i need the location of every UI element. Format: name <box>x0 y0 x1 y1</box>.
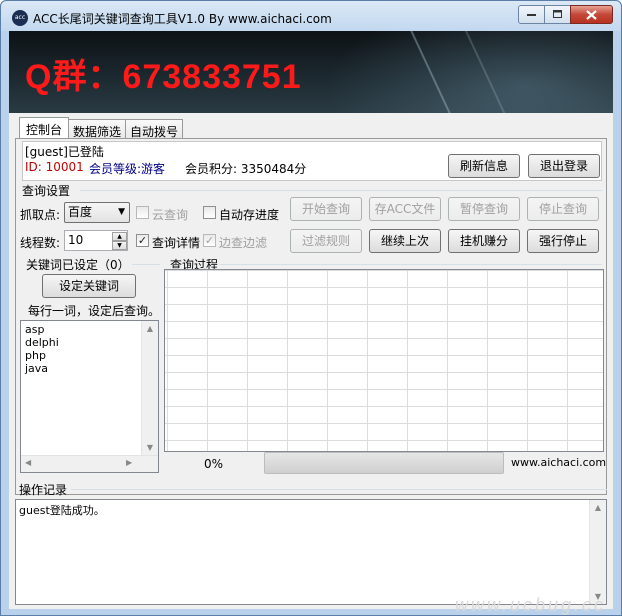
source-select[interactable]: 百度 ▼ <box>64 202 130 223</box>
watermark: www.ucbug.cc <box>455 595 607 615</box>
threads-label: 线程数: <box>20 236 61 250</box>
window-controls <box>518 5 613 24</box>
scroll-up-icon[interactable]: ▲ <box>142 324 158 333</box>
keywords-list-items: asp delphi php java <box>21 321 158 375</box>
banner-qq-group: Q群：673833751 <box>25 58 302 96</box>
console-page: [guest]已登陆 ID: 10001 会员等级:游客 会员积分: 33504… <box>15 138 607 495</box>
scroll-left-icon[interactable]: ◀ <box>25 458 31 467</box>
refresh-info-button[interactable]: 刷新信息 <box>448 154 520 178</box>
scroll-down-icon[interactable]: ▼ <box>142 443 158 452</box>
banner: Q群：673833751 <box>9 31 613 113</box>
list-item[interactable]: delphi <box>25 336 158 349</box>
stepper-up-icon[interactable]: ▲ <box>112 232 127 241</box>
keywords-list[interactable]: asp delphi php java ▲ ▼ ◀ ▶ <box>20 320 159 473</box>
group-divider <box>80 190 602 191</box>
app-window: acc ACC长尾词关键词查询工具V1.0 By www.aichaci.com… <box>0 0 622 616</box>
filter-while-query-label: 边查边滤 <box>219 236 268 250</box>
query-process-grid <box>165 270 603 451</box>
auto-save-checkbox[interactable] <box>203 206 216 219</box>
tab-auto-dial[interactable]: 自动拨号 <box>125 119 184 139</box>
cloud-query-label: 云查询 <box>152 208 189 222</box>
banner-glow <box>309 31 613 113</box>
log-group-label: 操作记录 <box>19 483 68 497</box>
scroll-right-icon[interactable]: ▶ <box>126 458 132 467</box>
login-status: [guest]已登陆 <box>25 145 104 159</box>
threads-value: 10 <box>68 233 84 247</box>
minimize-icon <box>526 13 536 16</box>
save-acc-button[interactable]: 存ACC文件 <box>369 197 441 221</box>
keywords-group-label: 关键词已设定（0） <box>26 258 130 272</box>
source-label: 抓取点: <box>20 208 61 222</box>
list-item[interactable]: php <box>25 349 158 362</box>
pause-query-button[interactable]: 暂停查询 <box>448 197 520 221</box>
minimize-button[interactable] <box>518 5 545 24</box>
acc-app-icon: acc <box>12 10 28 26</box>
filter-while-query-checkbox[interactable]: ✓ <box>203 234 216 247</box>
user-id: ID: 10001 <box>25 160 84 174</box>
tab-strip: 控制台 数据筛选 自动拨号 <box>19 117 184 139</box>
group-divider <box>132 264 160 265</box>
keywords-hint: 每行一词，设定后查询。 <box>28 304 161 318</box>
query-detail-label: 查询详情 <box>152 236 201 250</box>
start-query-button[interactable]: 开始查询 <box>290 197 362 221</box>
site-url[interactable]: www.aichaci.com <box>511 456 606 469</box>
list-item[interactable]: java <box>25 362 158 375</box>
tab-console[interactable]: 控制台 <box>19 117 70 139</box>
close-icon <box>586 9 597 20</box>
member-points: 会员积分: 3350484分 <box>185 162 307 176</box>
keywords-horizontal-scrollbar[interactable]: ◀ ▶ <box>21 455 158 472</box>
logout-button[interactable]: 退出登录 <box>528 154 600 178</box>
list-item[interactable]: asp <box>25 323 158 336</box>
stepper-down-icon[interactable]: ▼ <box>112 241 127 250</box>
maximize-icon <box>552 10 562 18</box>
force-stop-button[interactable]: 强行停止 <box>527 229 599 253</box>
cloud-query-checkbox[interactable] <box>136 206 149 219</box>
log-vertical-scrollbar[interactable]: ▲ ▼ <box>589 500 606 604</box>
title-bar[interactable]: acc ACC长尾词关键词查询工具V1.0 By www.aichaci.com <box>1 1 621 31</box>
member-level: 会员等级:游客 <box>89 162 166 176</box>
query-process-table[interactable] <box>164 269 604 452</box>
log-line: guest登陆成功。 <box>19 504 105 517</box>
continue-last-button[interactable]: 继续上次 <box>369 229 441 253</box>
source-select-value: 百度 <box>68 205 93 219</box>
tab-data-filter[interactable]: 数据筛选 <box>68 119 127 139</box>
operation-log[interactable]: guest登陆成功。 ▲ ▼ <box>15 499 607 605</box>
group-divider <box>71 489 607 490</box>
hang-earn-points-button[interactable]: 挂机赚分 <box>448 229 520 253</box>
query-settings-label: 查询设置 <box>22 184 71 198</box>
scroll-up-icon[interactable]: ▲ <box>590 503 606 512</box>
chevron-down-icon: ▼ <box>118 207 125 217</box>
keywords-vertical-scrollbar[interactable]: ▲ ▼ <box>141 321 158 455</box>
filter-rules-button[interactable]: 过滤规则 <box>290 229 362 253</box>
maximize-button[interactable] <box>544 5 571 24</box>
threads-stepper[interactable]: 10 ▲ ▼ <box>64 230 128 251</box>
group-divider <box>220 264 602 265</box>
window-title: ACC长尾词关键词查询工具V1.0 By www.aichaci.com <box>33 12 332 26</box>
query-detail-checkbox[interactable]: ✓ <box>136 234 149 247</box>
stop-query-button[interactable]: 停止查询 <box>527 197 599 221</box>
auto-save-label: 自动存进度 <box>219 208 280 222</box>
client-area: Q群：673833751 控制台 数据筛选 自动拨号 [guest]已登陆 ID… <box>9 31 613 609</box>
progress-percent: 0% <box>204 457 224 471</box>
set-keywords-button[interactable]: 设定关键词 <box>42 274 136 298</box>
user-info-panel: [guest]已登陆 ID: 10001 会员等级:游客 会员积分: 33504… <box>22 141 602 181</box>
close-button[interactable] <box>570 5 613 24</box>
query-progress-bar <box>264 452 504 474</box>
